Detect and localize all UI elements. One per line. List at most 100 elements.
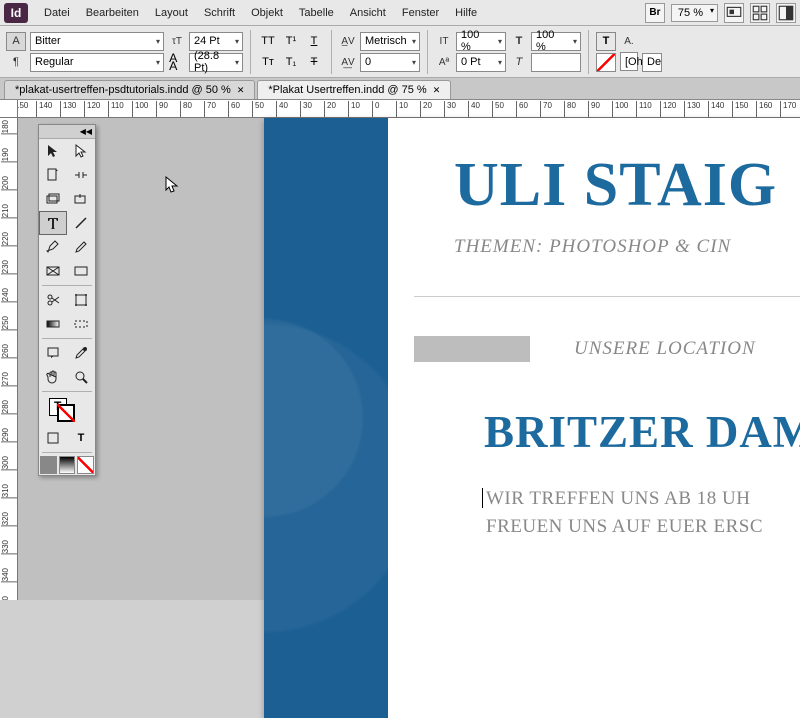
skew-icon: T: [510, 53, 528, 71]
menu-item[interactable]: Schrift: [196, 3, 243, 23]
horizontal-ruler[interactable]: 1501401301201101009080706050403020100102…: [18, 100, 800, 118]
type-tool-icon[interactable]: [39, 211, 67, 235]
menu-item[interactable]: Bearbeiten: [78, 3, 147, 23]
baseline-field[interactable]: 0 Pt: [456, 53, 506, 72]
apply-color-icon[interactable]: [40, 456, 57, 474]
kerning-field[interactable]: Metrisch: [360, 32, 420, 51]
smallcaps-icon[interactable]: Tᴛ: [258, 53, 278, 72]
document-tabs: *plakat-usertreffen-psdtutorials.indd @ …: [0, 78, 800, 100]
vscale-icon: IT: [435, 32, 453, 50]
character-mode-icon[interactable]: A: [6, 32, 26, 51]
tab-label: *plakat-usertreffen-psdtutorials.indd @ …: [15, 84, 231, 96]
baseline-icon: Aª: [435, 53, 453, 71]
free-transform-tool-icon[interactable]: [67, 288, 95, 312]
tab-label: *Plakat Usertreffen.indd @ 75 %: [268, 84, 426, 96]
menu-item[interactable]: Hilfe: [447, 3, 485, 23]
char-style-icon[interactable]: A.: [620, 32, 638, 50]
font-size-field[interactable]: 24 Pt: [189, 32, 243, 51]
apply-none-icon[interactable]: [77, 456, 94, 474]
allcaps-icon[interactable]: TT: [258, 32, 278, 51]
body-text-line[interactable]: WIR TREFFEN UNS AB 18 UH: [486, 488, 750, 510]
apply-gradient-icon[interactable]: [59, 456, 76, 474]
content-placer-icon[interactable]: [67, 187, 95, 211]
mouse-cursor-icon: [165, 176, 179, 194]
pen-tool-icon[interactable]: [39, 235, 67, 259]
stroke-none-icon[interactable]: [596, 53, 616, 72]
selection-tool-icon[interactable]: [39, 139, 67, 163]
rectangle-frame-tool-icon[interactable]: [39, 259, 67, 283]
superscript-icon[interactable]: T¹: [281, 32, 301, 51]
menu-item[interactable]: Objekt: [243, 3, 291, 23]
document-page[interactable]: ULI STAIG THEMEN: PHOTOSHOP & CIN UNSERE…: [264, 118, 800, 718]
font-family-dropdown[interactable]: Bitter: [30, 32, 164, 51]
formatting-text-icon[interactable]: T: [67, 426, 95, 450]
tools-panel[interactable]: ◀◀: [38, 124, 96, 476]
bridge-button[interactable]: Br: [645, 3, 665, 23]
lang-label: [Oh: [620, 52, 638, 71]
body-text-line[interactable]: FREUEN UNS AUF EUER ERSC: [486, 516, 763, 538]
hscale-icon: T: [510, 32, 528, 50]
hand-tool-icon[interactable]: [39, 365, 67, 389]
content-collector-icon[interactable]: [39, 187, 67, 211]
document-tab[interactable]: *plakat-usertreffen-psdtutorials.indd @ …: [4, 80, 255, 99]
app-badge-icon: Id: [4, 3, 28, 23]
page-tool-icon[interactable]: [39, 163, 67, 187]
divider-line: [414, 296, 800, 297]
blue-sidebar-graphic: [264, 118, 388, 718]
location-label[interactable]: UNSERE LOCATION: [574, 338, 756, 360]
workspace: 1501401301201101009080706050403020100102…: [0, 100, 800, 600]
pencil-tool-icon[interactable]: [67, 235, 95, 259]
gradient-swatch-tool-icon[interactable]: [39, 312, 67, 336]
line-tool-icon[interactable]: [67, 211, 95, 235]
control-panel: A ¶ Bitter Regular τT24 Pt AA(28.8 Pt) T…: [0, 26, 800, 78]
kerning-icon: A̲V: [339, 32, 357, 50]
close-icon[interactable]: ✕: [237, 85, 245, 96]
note-tool-icon[interactable]: [39, 341, 67, 365]
menu-item[interactable]: Layout: [147, 3, 196, 23]
fill-text-icon[interactable]: T: [596, 32, 616, 51]
menu-item[interactable]: Tabelle: [291, 3, 342, 23]
text-cursor: [482, 488, 483, 508]
subline-topics[interactable]: THEMEN: PHOTOSHOP & CIN: [454, 236, 731, 258]
tracking-field[interactable]: 0: [360, 53, 420, 72]
leading-icon: AA: [168, 53, 186, 71]
gradient-feather-tool-icon[interactable]: [67, 312, 95, 336]
subscript-icon[interactable]: T₁: [281, 53, 301, 72]
font-style-dropdown[interactable]: Regular: [30, 53, 164, 72]
headline-address[interactable]: BRITZER DAMM: [484, 406, 800, 458]
document-tab[interactable]: *Plakat Usertreffen.indd @ 75 % ✕: [257, 80, 451, 99]
gap-tool-icon[interactable]: [67, 163, 95, 187]
fill-stroke-swatch[interactable]: T: [39, 394, 95, 426]
placeholder-box[interactable]: [414, 336, 530, 362]
paragraph-mode-icon[interactable]: ¶: [6, 53, 26, 72]
eyedropper-tool-icon[interactable]: [67, 341, 95, 365]
language-field[interactable]: De: [642, 53, 662, 72]
workspace-icon[interactable]: [776, 3, 796, 23]
ruler-origin[interactable]: [0, 100, 18, 118]
headline-speaker[interactable]: ULI STAIG: [454, 150, 777, 221]
arrange-icon[interactable]: [750, 3, 770, 23]
zoom-level-dropdown[interactable]: 75 %: [671, 4, 718, 22]
zoom-tool-icon[interactable]: [67, 365, 95, 389]
vertical-ruler[interactable]: 1801902002102202302402502602702802903003…: [0, 118, 18, 600]
tracking-icon: A͟V: [339, 53, 357, 71]
menu-bar: Id Datei Bearbeiten Layout Schrift Objek…: [0, 0, 800, 26]
direct-selection-tool-icon[interactable]: [67, 139, 95, 163]
screen-mode-icon[interactable]: [724, 3, 744, 23]
leading-field[interactable]: (28.8 Pt): [189, 53, 243, 72]
skew-field[interactable]: [531, 53, 581, 72]
strikethrough-icon[interactable]: T: [304, 53, 324, 72]
canvas[interactable]: ULI STAIG THEMEN: PHOTOSHOP & CIN UNSERE…: [18, 118, 800, 600]
rectangle-tool-icon[interactable]: [67, 259, 95, 283]
close-icon[interactable]: ✕: [433, 85, 441, 96]
formatting-container-icon[interactable]: [39, 426, 67, 450]
menu-item[interactable]: Datei: [36, 3, 78, 23]
underline-icon[interactable]: T: [304, 32, 324, 51]
panel-collapse-icon[interactable]: ◀◀: [39, 125, 95, 139]
menu-item[interactable]: Fenster: [394, 3, 447, 23]
stroke-swatch-icon[interactable]: [57, 404, 75, 422]
vscale-field[interactable]: 100 %: [456, 32, 506, 51]
menu-item[interactable]: Ansicht: [342, 3, 394, 23]
scissors-tool-icon[interactable]: [39, 288, 67, 312]
hscale-field[interactable]: 100 %: [531, 32, 581, 51]
